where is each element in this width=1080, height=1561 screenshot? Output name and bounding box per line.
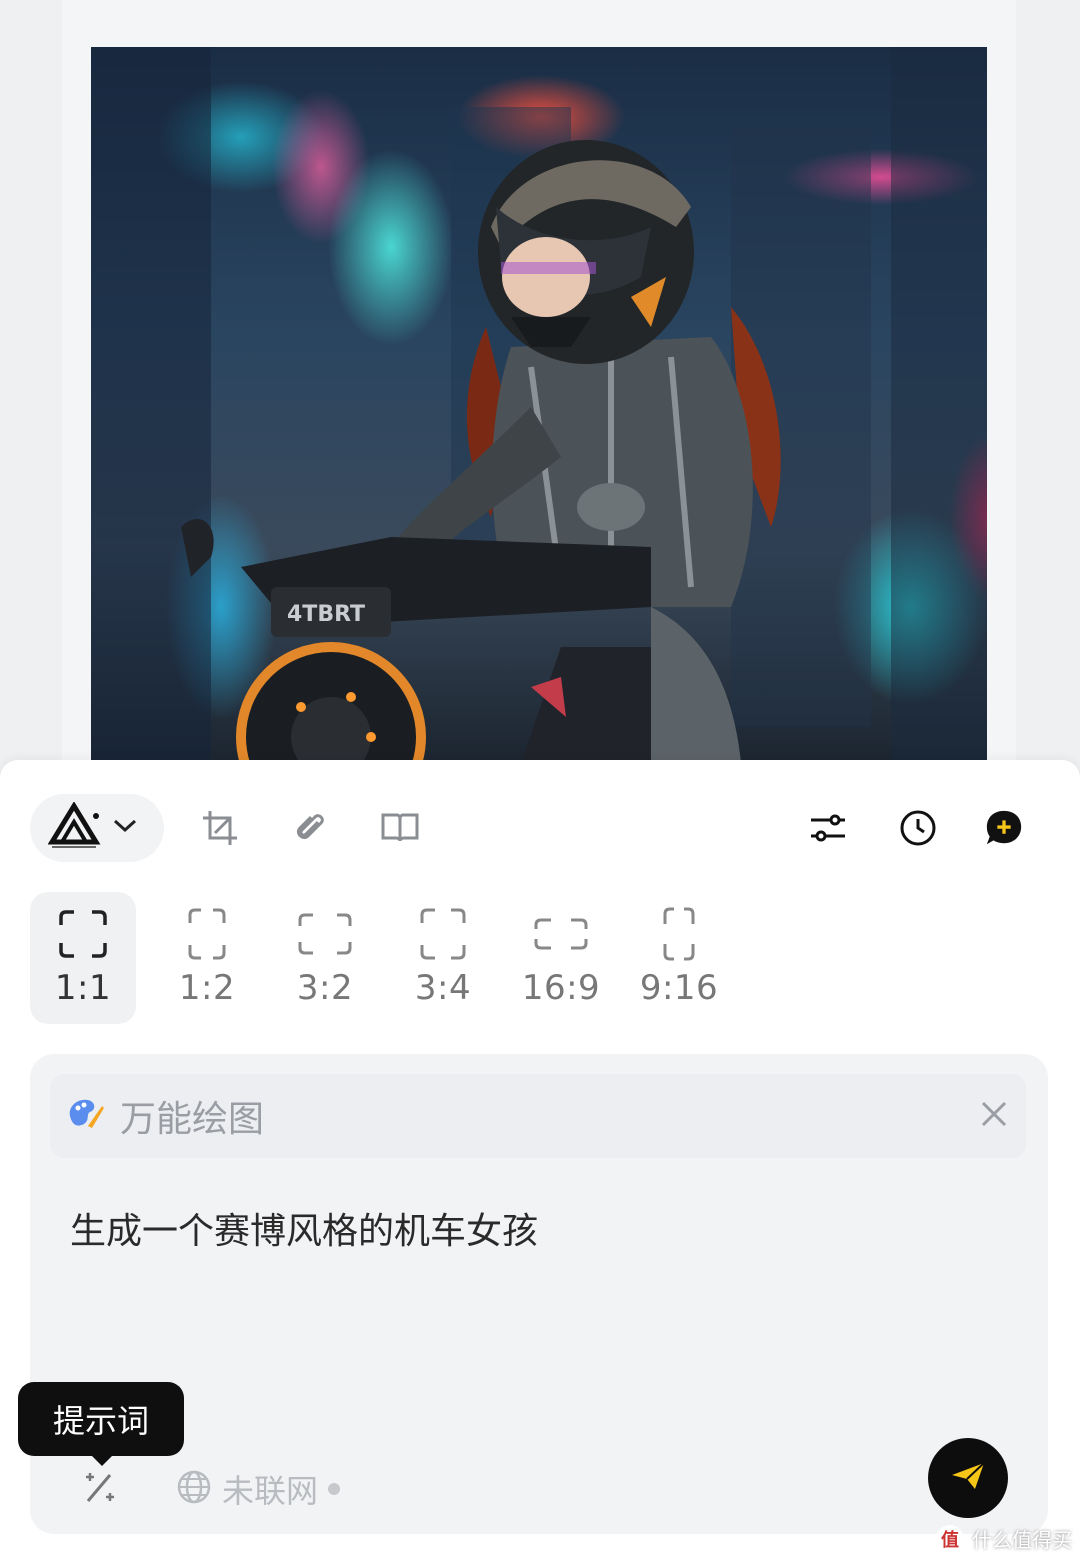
prompt-box[interactable]: 万能绘图 生成一个赛博风格的机车女孩 未联网 — [30, 1054, 1048, 1534]
watermark-logo: 值 — [936, 1524, 964, 1553]
vertical-ratio-icon — [662, 906, 696, 962]
chevron-down-icon — [112, 818, 138, 838]
model-picker[interactable] — [30, 794, 164, 862]
tall-ratio-icon — [187, 906, 227, 962]
ratio-option-3-2[interactable]: 3:2 — [266, 892, 384, 1024]
prompt-text[interactable]: 生成一个赛博风格的机车女孩 — [70, 1202, 538, 1254]
globe-icon — [176, 1469, 212, 1509]
send-button[interactable] — [928, 1438, 1008, 1518]
palette-icon — [66, 1096, 106, 1136]
send-icon — [949, 1459, 987, 1497]
paperclip-icon[interactable] — [290, 808, 330, 848]
landscape-ratio-icon — [297, 906, 353, 962]
square-ratio-icon — [58, 906, 108, 962]
wide-ratio-icon — [533, 906, 589, 962]
close-mode-button[interactable] — [972, 1094, 1016, 1138]
ratio-option-3-4[interactable]: 3:4 — [384, 892, 502, 1024]
mode-tag-label-group: 万能绘图 — [50, 1074, 330, 1158]
ratio-label: 3:4 — [414, 968, 472, 1008]
bottom-tools: 未联网 — [80, 1466, 341, 1512]
ratio-option-9-16[interactable]: 9:16 — [620, 892, 738, 1024]
ratio-label: 1:1 — [54, 968, 112, 1008]
new-chat-icon[interactable] — [984, 808, 1024, 848]
sliders-icon[interactable] — [808, 808, 848, 848]
network-label: 未联网 — [222, 1472, 319, 1510]
cyberpunk-rider-illustration: 4TBRT — [91, 47, 987, 763]
ratio-label: 3:2 — [296, 968, 354, 1008]
network-status[interactable]: 未联网 — [176, 1466, 341, 1512]
bike-badge-text: 4TBRT — [287, 602, 365, 627]
close-icon — [980, 1100, 1008, 1132]
watermark-text: 什么值得买 — [972, 1528, 1072, 1552]
portrait-ratio-icon — [419, 906, 467, 962]
watermark: 值 什么值得买 — [936, 1524, 1072, 1553]
magic-wand-icon[interactable] — [80, 1467, 120, 1511]
crop-icon[interactable] — [200, 808, 240, 848]
clock-icon[interactable] — [898, 808, 938, 848]
ratio-option-1-2[interactable]: 1:2 — [148, 892, 266, 1024]
generated-image[interactable]: 4TBRT — [91, 47, 987, 763]
mode-tag: 万能绘图 — [50, 1074, 1026, 1158]
book-icon[interactable] — [380, 808, 420, 848]
ratio-label: 9:16 — [639, 968, 719, 1008]
ratio-label: 1:2 — [178, 968, 236, 1008]
status-dot — [328, 1483, 341, 1495]
ratio-option-16-9[interactable]: 16:9 — [502, 892, 620, 1024]
aspect-ratio-selector: 1:1 1:2 3:2 3:4 16:9 9:16 — [30, 892, 738, 1024]
prompt-tooltip: 提示词 — [18, 1382, 184, 1466]
triangle-logo-icon — [47, 801, 104, 854]
mode-label: 万能绘图 — [120, 1099, 265, 1140]
ratio-option-1-1[interactable]: 1:1 — [30, 892, 136, 1024]
ratio-label: 16:9 — [521, 968, 601, 1008]
